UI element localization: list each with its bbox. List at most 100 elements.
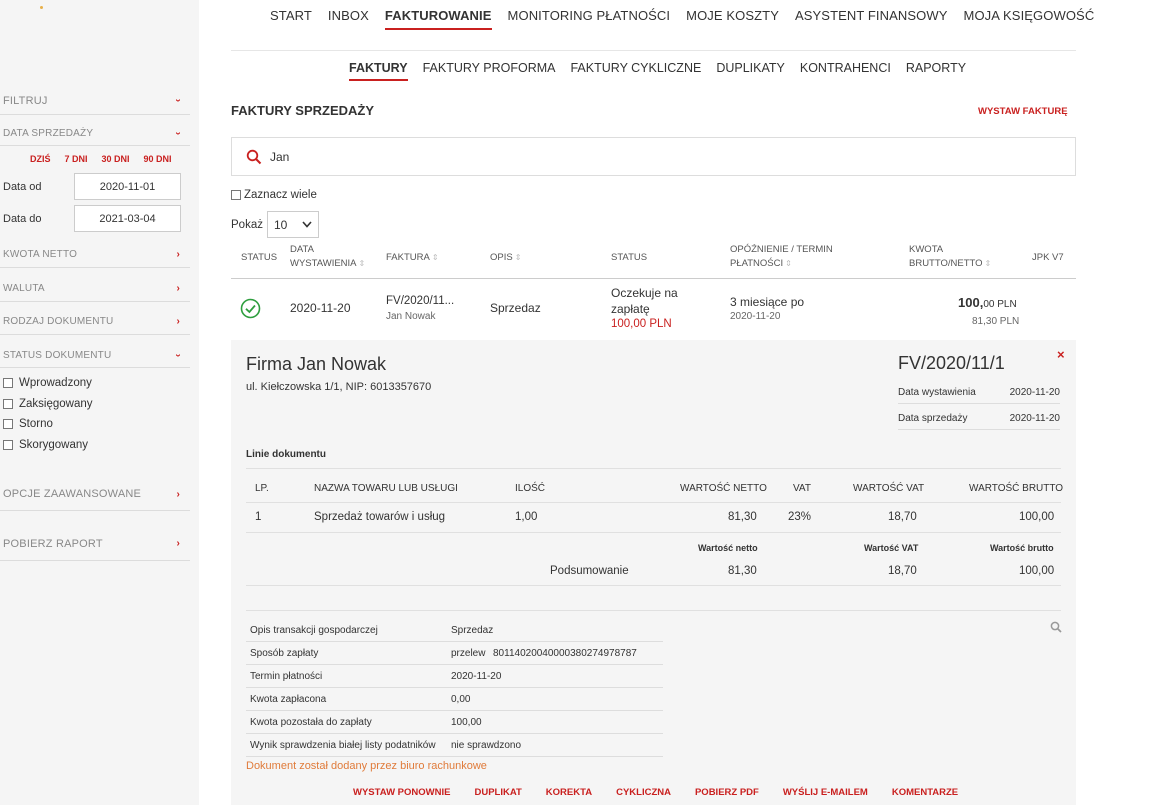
sub-nav: FAKTURY FAKTURY PROFORMA FAKTURY CYKLICZ… [349,61,981,81]
logo [40,6,43,9]
nav-asystent[interactable]: ASYSTENT FINANSOWY [795,8,948,30]
summary-gross-header: Wartość brutto [990,543,1054,553]
date-from-label: Data od [3,180,42,193]
date-to-label: Data do [3,212,42,225]
tab-duplikaty[interactable]: DUPLIKATY [716,61,785,81]
info-key: Termin płatności [250,670,323,682]
nav-moje-koszty[interactable]: MOJE KOSZTY [686,8,779,30]
sidebar: FILTRUJ › DATA SPRZEDAŻY › DZIŚ 7 DNI 30 D… [0,0,199,805]
search-icon[interactable] [1050,621,1062,633]
col-jpk: JPK V7 [1032,252,1064,263]
summary-gross: 100,00 [1019,565,1055,577]
info-value: przelew [451,647,486,659]
nav-fakturowanie[interactable]: FAKTUROWANIE [384,8,492,30]
advanced-options[interactable]: OPCJE ZAAWANSOWANE › [0,478,190,511]
date-from-input[interactable]: 2020-11-01 [74,173,181,200]
line-gross: 100,00 [1019,511,1055,523]
info-value: Sprzedaz [451,624,494,636]
row-invoice-number[interactable]: FV/2020/11... [386,295,454,307]
status-option[interactable]: Storno [3,414,93,435]
select-many-checkbox[interactable] [231,190,241,200]
nav-divider [231,50,1076,51]
search-input[interactable]: Jan [231,137,1076,176]
page-size-select[interactable]: 10 [266,211,319,238]
sale-date-section[interactable]: DATA SPRZEDAŻY › [0,122,190,146]
duplicate-button[interactable]: DUPLIKAT [474,787,521,798]
tab-kontrahenci[interactable]: KONTRAHENCI [800,61,891,81]
line-name: Sprzedaż towarów i usług [314,511,446,523]
summary-vat-header: Wartość VAT [864,543,919,553]
tab-raporty[interactable]: RAPORTY [906,61,966,81]
meta-key: Data wystawienia [898,387,976,398]
nav-ksiegowosc[interactable]: MOJA KSIĘGOWOŚĆ [964,8,1095,30]
checkbox[interactable] [3,419,13,430]
info-value: 0,00 [451,693,471,705]
meta-value: 2020-11-20 [1009,413,1060,424]
search-value: Jan [270,149,290,164]
row-delay: 3 miesiące po [730,295,805,309]
col-qty: ILOŚĆ [515,483,546,494]
divider [246,532,1061,533]
chevron-right-icon: › [176,488,180,500]
close-icon[interactable]: × [1057,347,1065,362]
nav-start[interactable]: START [270,8,312,30]
chevron-right-icon: › [176,283,180,294]
divider [246,468,1061,469]
advanced-options-label: OPCJE ZAAWANSOWANE [3,488,142,500]
company-name: Firma Jan Nowak [246,354,387,374]
select-many-label: Zaznacz wiele [244,189,317,201]
date-from-row: Data od 2020-11-01 [3,173,181,200]
nav-monitoring[interactable]: MONITORING PŁATNOŚCI [508,8,671,30]
sort-icon: ⇕ [358,259,366,268]
chevron-down-icon: › [172,131,184,136]
line-lp: 1 [255,511,262,523]
document-status-filter[interactable]: STATUS DOKUMENTU › [0,343,190,368]
download-report[interactable]: POBIERZ RAPORT › [0,527,190,561]
info-key: Wynik sprawdzenia białej listy podatnikó… [250,739,436,751]
document-type-filter[interactable]: RODZAJ DOKUMENTU › [0,309,190,335]
col-issue-date[interactable]: DATA WYSTAWIENIA ⇕ [290,243,365,271]
date-to-input[interactable]: 2021-03-04 [74,205,181,232]
checkbox[interactable] [3,439,13,450]
col-delay[interactable]: OPÓŹNIENIE / TERMIN PŁATNOŚCI ⇕ [730,243,833,271]
currency-filter[interactable]: WALUTA › [0,276,190,302]
download-pdf-button[interactable]: POBIERZ PDF [695,787,759,798]
status-option[interactable]: Skorygowany [3,435,93,456]
quick-90-days[interactable]: 90 DNI [144,154,172,164]
checkbox[interactable] [3,378,13,389]
net-amount-filter[interactable]: KWOTA NETTO › [0,242,190,268]
recurring-button[interactable]: CYKLICZNA [616,787,671,798]
meta-value: 2020-11-20 [1009,387,1060,398]
info-key: Opis transakcji gospodarczej [250,624,378,636]
comments-button[interactable]: KOMENTARZE [892,787,958,798]
checkbox[interactable] [3,398,13,409]
tab-faktury[interactable]: FAKTURY [349,61,408,81]
tab-cykliczne[interactable]: FAKTURY CYKLICZNE [570,61,701,81]
send-email-button[interactable]: WYŚLIJ E-MAILEM [783,787,868,798]
status-option[interactable]: Zaksięgowany [3,394,93,415]
quick-30-days[interactable]: 30 DNI [102,154,130,164]
col-amount[interactable]: KWOTA BRUTTO/NETTO ⇕ [909,243,991,271]
tab-proforma[interactable]: FAKTURY PROFORMA [423,61,556,81]
quick-7-days[interactable]: 7 DNI [65,154,88,164]
correction-button[interactable]: KOREKTA [546,787,592,798]
download-report-label: POBIERZ RAPORT [3,537,103,550]
filter-toggle[interactable]: FILTRUJ › [0,87,190,115]
issue-invoice-button[interactable]: WYSTAW FAKTURĘ [978,106,1068,117]
check-circle-icon [240,298,261,319]
bank-account: 80114020040000380274978787 [493,647,637,659]
reissue-button[interactable]: WYSTAW PONOWNIE [353,787,450,798]
info-value: nie sprawdzono [451,739,522,751]
col-invoice[interactable]: FAKTURA ⇕ [386,251,439,265]
chevron-down-icon [302,221,312,228]
divider [246,610,1061,611]
table-row[interactable]: 2020-11-20 FV/2020/11... Jan Nowak Sprze… [231,280,1076,338]
quick-today[interactable]: DZIŚ [30,154,51,164]
col-description[interactable]: OPIS ⇕ [490,251,521,265]
nav-inbox[interactable]: INBOX [328,8,369,30]
select-many[interactable]: Zaznacz wiele [231,189,317,201]
row-delay-date: 2020-11-20 [730,311,781,322]
info-row: Opis transakcji gospodarczej Sprzedaz [246,619,663,642]
status-option[interactable]: Wprowadzony [3,373,93,394]
summary-net: 81,30 [728,565,757,577]
